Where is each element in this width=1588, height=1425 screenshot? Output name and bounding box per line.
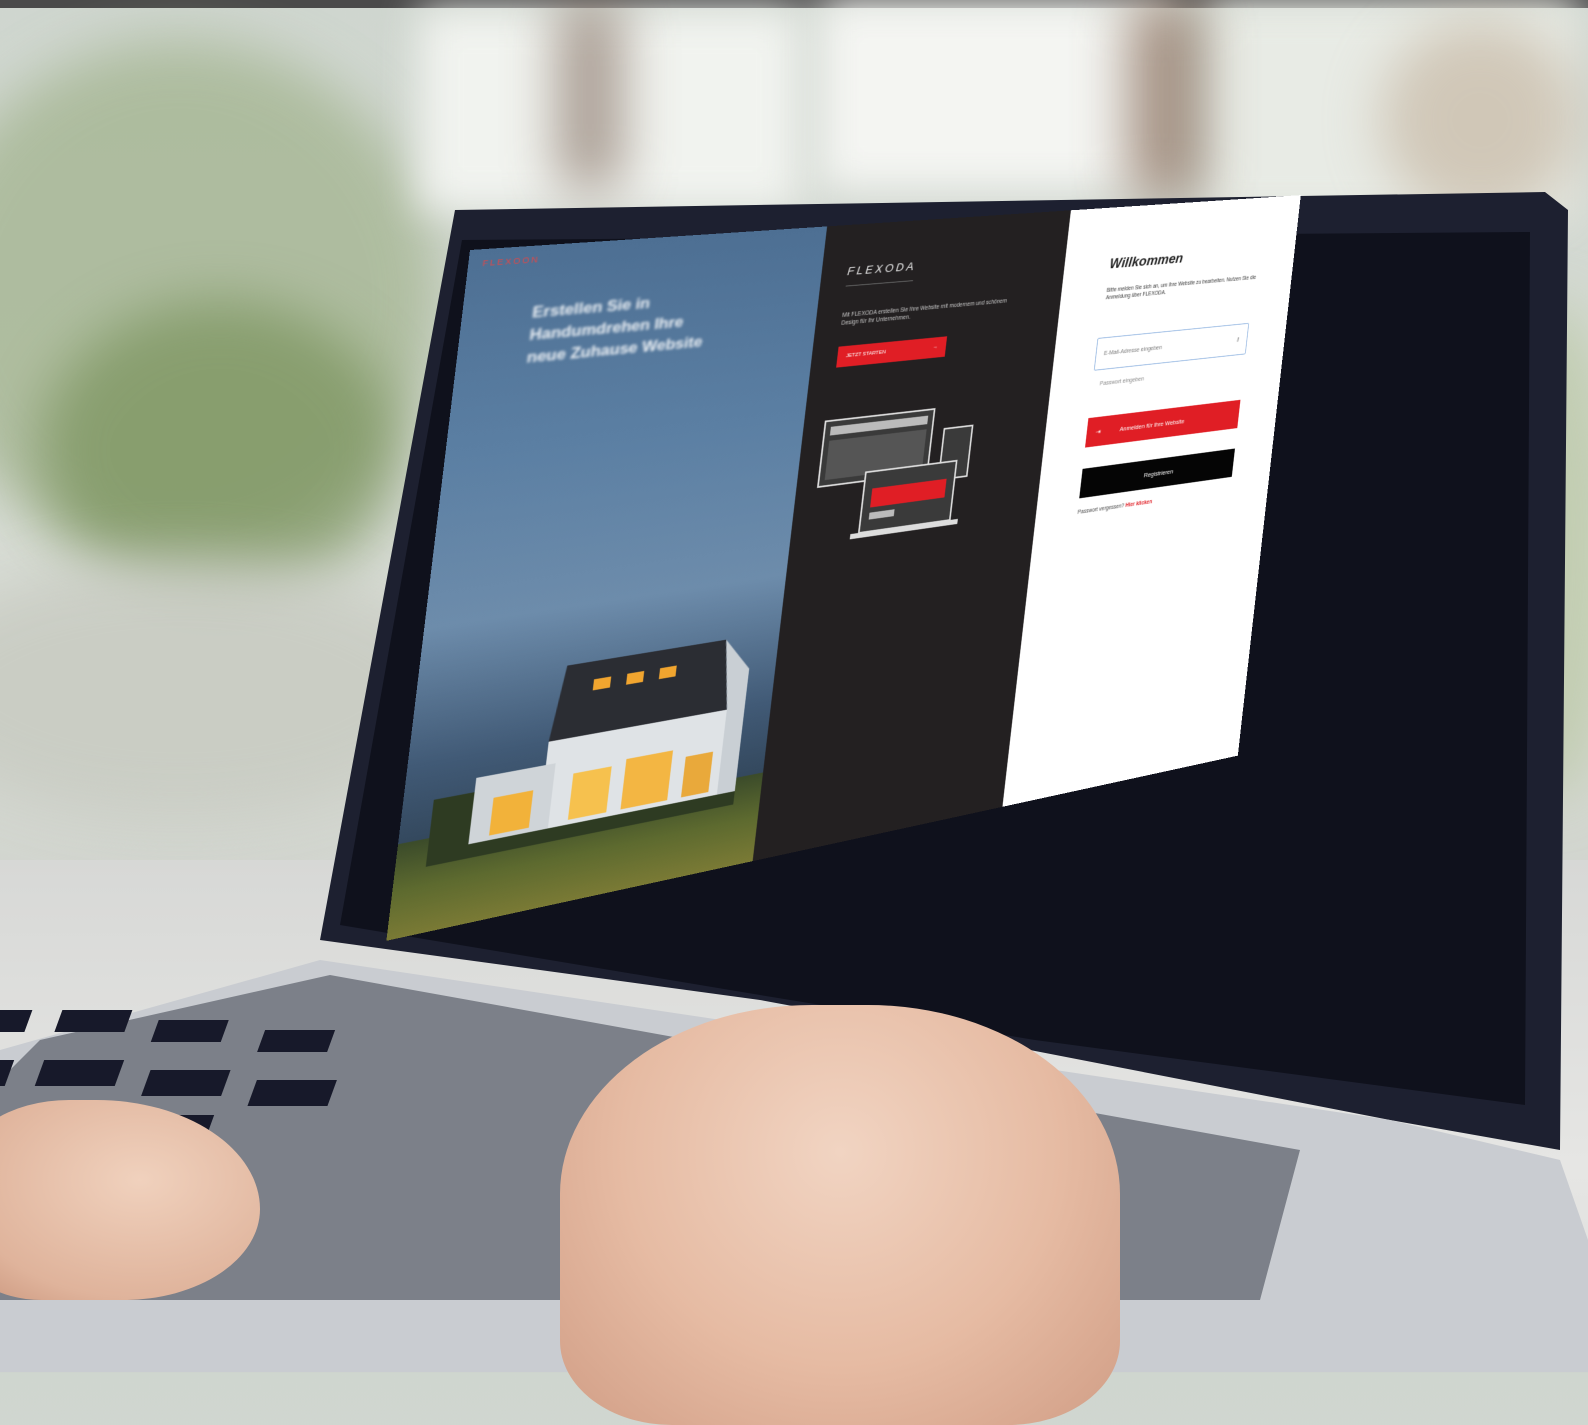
laptop: FLEXOON Erstellen Sie in Handumdrehen Ih… bbox=[0, 0, 1588, 1372]
right-hand bbox=[560, 1005, 1120, 1425]
